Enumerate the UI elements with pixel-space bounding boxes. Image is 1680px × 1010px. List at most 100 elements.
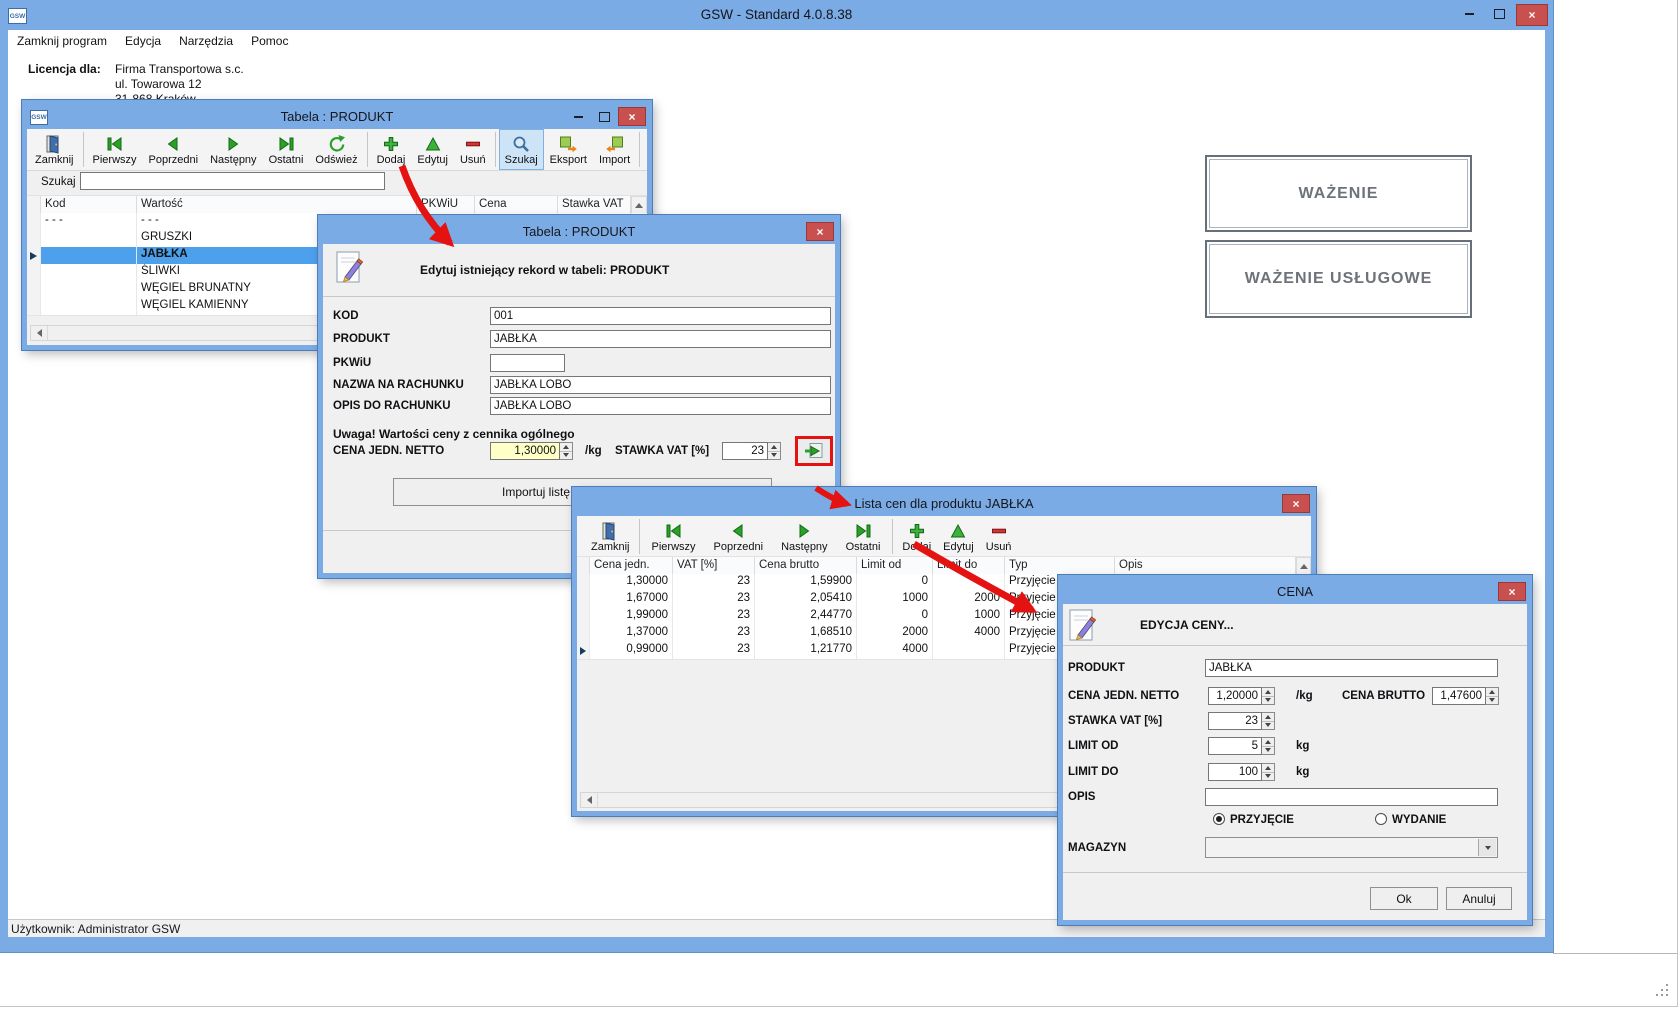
toolbar-button-szukaj[interactable]: Szukaj bbox=[499, 129, 544, 170]
produkt-table-toolbar: Zamknij Pierwszy Poprzedni Następny Osta… bbox=[27, 129, 647, 171]
close-button[interactable]: × bbox=[1282, 494, 1310, 513]
column-header-opis[interactable]: Opis bbox=[1115, 557, 1296, 575]
toolbar-button-nastepny[interactable]: Następny bbox=[772, 516, 836, 557]
limit-od-field[interactable]: 5 bbox=[1208, 737, 1262, 755]
wazenie-button[interactable]: WAŻENIE bbox=[1205, 155, 1472, 232]
cena-netto-stepper[interactable] bbox=[1262, 687, 1275, 705]
column-header-limit-od[interactable]: Limit od bbox=[857, 557, 933, 575]
toolbar-button-eksport[interactable]: Eksport bbox=[544, 129, 593, 170]
toolbar-button-dodaj[interactable]: Dodaj bbox=[371, 129, 412, 170]
stawka-vat-field[interactable]: 23 bbox=[1208, 712, 1262, 730]
scroll-up-button[interactable] bbox=[1296, 557, 1311, 575]
opis-do-rachunku-field[interactable]: JABŁKA LOBO bbox=[490, 397, 831, 415]
opis-do-rachunku-label: OPIS DO RACHUNKU bbox=[333, 400, 451, 412]
cena-brutto-label: CENA BRUTTO bbox=[1342, 690, 1425, 702]
delete-icon bbox=[989, 521, 1009, 541]
produkt-table-titlebar[interactable]: GSW Tabela : PRODUKT × bbox=[27, 105, 647, 129]
maximize-button[interactable] bbox=[592, 107, 616, 126]
column-header-vat[interactable]: VAT [%] bbox=[673, 557, 755, 575]
main-titlebar[interactable]: GSW GSW - Standard 4.0.8.38 × bbox=[0, 0, 1553, 30]
toolbar-button-edytuj[interactable]: Edytuj bbox=[411, 129, 454, 170]
cena-netto-field[interactable]: 1,30000 bbox=[490, 442, 560, 460]
toolbar-button-ostatni[interactable]: Ostatni bbox=[837, 516, 890, 557]
toolbar-button-pierwszy[interactable]: Pierwszy bbox=[87, 129, 143, 170]
przyjecie-radio-label[interactable]: PRZYJĘCIE bbox=[1230, 814, 1294, 826]
cena-brutto-stepper[interactable] bbox=[1486, 687, 1499, 705]
minimize-button[interactable] bbox=[1456, 4, 1482, 23]
produkt-field[interactable]: JABŁKA bbox=[490, 330, 831, 348]
stawka-vat-field[interactable]: 23 bbox=[722, 442, 768, 460]
column-header-cena-jedn[interactable]: Cena jedn. bbox=[590, 557, 673, 575]
stawka-vat-stepper[interactable] bbox=[768, 442, 781, 460]
close-button[interactable]: × bbox=[806, 222, 834, 241]
nazwa-na-rachunku-field[interactable]: JABŁKA LOBO bbox=[490, 376, 831, 394]
toolbar-button-import[interactable]: Import bbox=[593, 129, 636, 170]
ok-button[interactable]: Ok bbox=[1370, 887, 1438, 910]
scroll-left-icon bbox=[37, 329, 42, 337]
menu-item-pomoc[interactable]: Pomoc bbox=[242, 34, 297, 48]
kod-field[interactable]: 001 bbox=[490, 307, 831, 325]
toolbar-button-edytuj[interactable]: Edytuj bbox=[937, 516, 980, 557]
close-button[interactable]: × bbox=[618, 107, 646, 126]
magazyn-dropdown[interactable] bbox=[1205, 837, 1498, 858]
toolbar-button-nastepny[interactable]: Następny bbox=[204, 129, 262, 170]
przyjecie-radio[interactable] bbox=[1213, 813, 1225, 825]
price-list-titlebar[interactable]: Lista cen dla produktu JABŁKA × bbox=[577, 492, 1311, 516]
toolbar-button-usun[interactable]: Usuń bbox=[980, 516, 1018, 557]
column-header-typ[interactable]: Typ bbox=[1005, 557, 1115, 575]
toolbar-button-zamknij[interactable]: Zamknij bbox=[29, 129, 80, 170]
toolbar-button-pierwszy[interactable]: Pierwszy bbox=[643, 516, 705, 557]
cena-brutto-field[interactable]: 1,47600 bbox=[1432, 687, 1486, 705]
column-header-cena[interactable]: Cena bbox=[475, 196, 558, 214]
cancel-button[interactable]: Anuluj bbox=[1446, 887, 1512, 910]
column-header-pkwiu[interactable]: PKWiU bbox=[417, 196, 475, 214]
first-icon bbox=[664, 521, 684, 541]
close-icon: × bbox=[816, 225, 823, 239]
column-header-kod[interactable]: Kod bbox=[41, 196, 137, 214]
wydanie-radio[interactable] bbox=[1375, 813, 1387, 825]
minimize-button[interactable] bbox=[566, 107, 590, 126]
toolbar-button-usun[interactable]: Usuń bbox=[454, 129, 492, 170]
toolbar-button-poprzedni[interactable]: Poprzedni bbox=[143, 129, 205, 170]
stawka-vat-label: STAWKA VAT [%] bbox=[615, 445, 709, 457]
pkwiu-field[interactable] bbox=[490, 354, 565, 372]
toolbar-button-ostatni[interactable]: Ostatni bbox=[263, 129, 310, 170]
toolbar-button-dodaj[interactable]: Dodaj bbox=[896, 516, 937, 557]
scroll-left-button[interactable] bbox=[581, 793, 598, 807]
close-button[interactable]: × bbox=[1516, 4, 1548, 26]
divider bbox=[323, 296, 835, 297]
stawka-vat-label: STAWKA VAT [%] bbox=[1068, 715, 1162, 727]
column-header-stawka-vat[interactable]: Stawka VAT bbox=[558, 196, 631, 214]
produkt-edit-title: Tabela : PRODUKT bbox=[323, 224, 835, 239]
menu-item-narzedzia[interactable]: Narzędzia bbox=[170, 34, 242, 48]
opis-field[interactable] bbox=[1205, 788, 1498, 806]
produkt-edit-titlebar[interactable]: Tabela : PRODUKT × bbox=[323, 220, 835, 244]
cena-titlebar[interactable]: CENA × bbox=[1063, 580, 1527, 604]
limit-do-field[interactable]: 100 bbox=[1208, 763, 1262, 781]
menu-item-edycja[interactable]: Edycja bbox=[116, 34, 170, 48]
column-header-limit-do[interactable]: Limit do bbox=[933, 557, 1005, 575]
scroll-left-button[interactable] bbox=[31, 326, 48, 340]
menu-item-zamknij-program[interactable]: Zamknij program bbox=[8, 34, 116, 48]
cena-netto-stepper[interactable] bbox=[560, 442, 573, 460]
wazenie-uslugowe-button[interactable]: WAŻENIE USŁUGOWE bbox=[1205, 240, 1472, 318]
limit-od-stepper[interactable] bbox=[1262, 737, 1275, 755]
toolbar-button-odswiez[interactable]: Odśwież bbox=[309, 129, 363, 170]
cena-netto-field[interactable]: 1,20000 bbox=[1208, 687, 1262, 705]
stawka-vat-stepper[interactable] bbox=[1262, 712, 1275, 730]
limit-do-stepper[interactable] bbox=[1262, 763, 1275, 781]
open-price-list-button[interactable] bbox=[795, 436, 833, 466]
toolbar-button-poprzedni[interactable]: Poprzedni bbox=[705, 516, 773, 557]
wydanie-radio-label[interactable]: WYDANIE bbox=[1392, 814, 1446, 826]
column-header-wartosc[interactable]: Wartość bbox=[137, 196, 417, 214]
close-button[interactable]: × bbox=[1498, 582, 1526, 601]
produkt-field[interactable]: JABŁKA bbox=[1205, 659, 1498, 677]
scroll-up-button[interactable] bbox=[631, 196, 647, 214]
dropdown-button[interactable] bbox=[1478, 839, 1496, 856]
search-input[interactable] bbox=[80, 172, 385, 190]
toolbar-button-zamknij[interactable]: Zamknij bbox=[585, 516, 636, 557]
maximize-button[interactable] bbox=[1486, 4, 1512, 23]
resize-grip[interactable] bbox=[1656, 984, 1670, 998]
column-header-cena-brutto[interactable]: Cena brutto bbox=[755, 557, 857, 575]
first-icon bbox=[105, 134, 125, 154]
